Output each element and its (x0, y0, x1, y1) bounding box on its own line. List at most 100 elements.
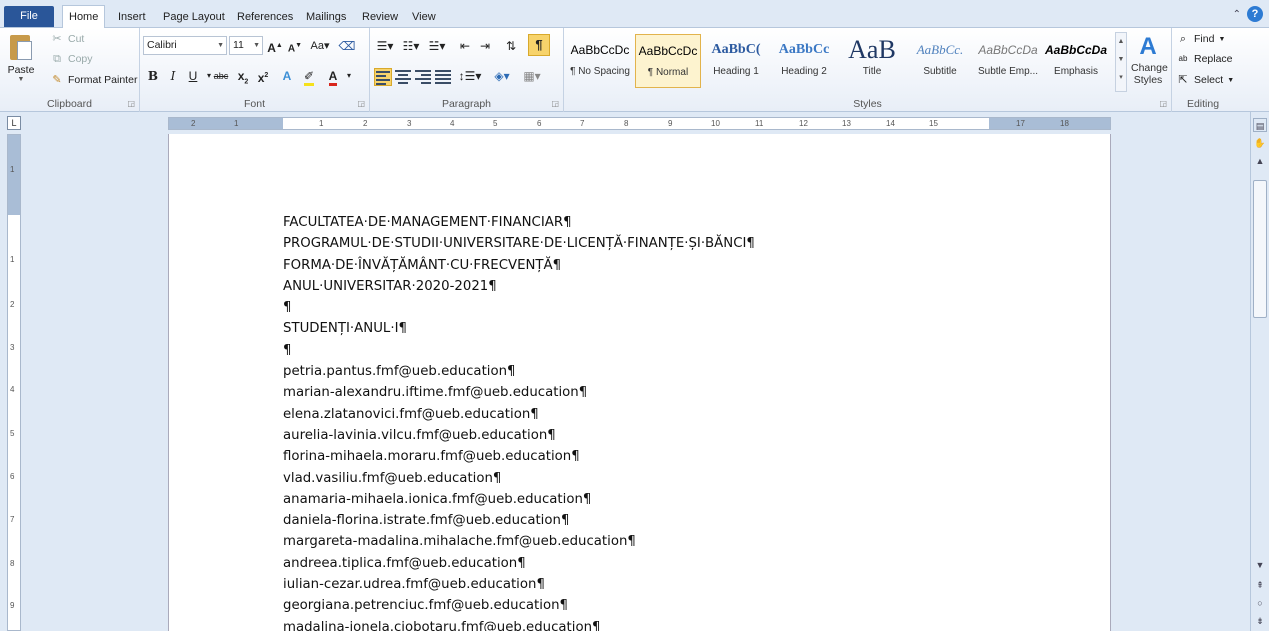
replace-button[interactable]: ab Replace (1176, 52, 1233, 66)
style-subtitle[interactable]: AaBbCc. Subtitle (907, 34, 973, 88)
document-line[interactable]: ANUL·UNIVERSITAR·2020-2021¶ (283, 276, 755, 297)
strikethrough-button[interactable]: abc (212, 66, 230, 86)
next-page-icon[interactable]: ⇟ (1253, 614, 1267, 628)
text-effects-icon[interactable]: A (278, 66, 296, 86)
shading-icon[interactable]: ◈▾ (490, 66, 514, 86)
increase-indent-icon[interactable]: ⇥ (476, 36, 494, 56)
document-line[interactable]: vlad.vasiliu.fmf@ueb.education¶ (283, 468, 755, 489)
change-styles-button[interactable]: A Change Styles (1131, 32, 1168, 86)
previous-page-icon[interactable]: ⇞ (1253, 578, 1267, 592)
document-line[interactable]: PROGRAMUL·DE·STUDII·UNIVERSITARE·DE·LICE… (283, 233, 755, 254)
style-sample: AaBbC( (711, 42, 761, 57)
horizontal-ruler[interactable]: 2 1 1 2 3 4 5 6 7 8 9 10 11 12 13 14 15 17 18 (168, 117, 1111, 130)
highlight-color-icon[interactable]: ✐ (300, 66, 318, 86)
find-button[interactable]: ⌕ Find ▼ (1176, 32, 1225, 46)
document-line[interactable]: margareta-madalina.mihalache.fmf@ueb.edu… (283, 531, 755, 552)
numbering-icon[interactable]: ☷▾ (400, 36, 422, 56)
scroll-up-icon[interactable]: ▲ (1253, 154, 1267, 168)
style-name: Title (862, 66, 882, 77)
style-heading-2[interactable]: AaBbCc Heading 2 (771, 34, 837, 88)
justify-icon[interactable] (434, 68, 452, 86)
font-name-field[interactable]: Calibri ▼ (143, 36, 227, 55)
chevron-down-icon[interactable]: ▾ (340, 66, 358, 86)
show-formatting-marks-button[interactable]: ¶ (528, 34, 550, 56)
dialog-launcher-icon[interactable]: ◲ (551, 99, 559, 108)
styles-gallery-scroll[interactable]: ▲ ▼ ▾ (1115, 32, 1127, 92)
document-line[interactable]: STUDENȚI·ANUL·I¶ (283, 318, 755, 339)
style-title[interactable]: AaB Title (839, 34, 905, 88)
subscript-button[interactable]: x2 (234, 66, 252, 86)
decrease-indent-icon[interactable]: ⇤ (456, 36, 474, 56)
chevron-down-icon: ▼ (1227, 76, 1235, 84)
document-line[interactable]: elena.zlatanovici.fmf@ueb.education¶ (283, 404, 755, 425)
bullets-icon[interactable]: ☰▾ (374, 36, 396, 56)
pan-icon[interactable]: ✋ (1253, 136, 1267, 150)
borders-icon[interactable]: ▦▾ (520, 66, 544, 86)
dialog-launcher-icon[interactable]: ◲ (127, 99, 135, 108)
tab-references[interactable]: References (231, 6, 299, 28)
document-line[interactable]: FACULTATEA·DE·MANAGEMENT·FINANCIAR¶ (283, 212, 755, 233)
view-ruler-icon[interactable]: ▤ (1253, 118, 1267, 132)
bold-button[interactable]: B (144, 66, 162, 86)
document-line[interactable]: ¶ (283, 340, 755, 361)
tab-selector[interactable]: L (7, 116, 21, 130)
select-browse-object-icon[interactable]: ○ (1253, 596, 1267, 610)
shrink-font-button[interactable]: A▼ (286, 36, 304, 56)
tab-mailings[interactable]: Mailings (300, 6, 352, 28)
copy-button[interactable]: ⧉ Copy (50, 52, 92, 66)
tab-review[interactable]: Review (356, 6, 404, 28)
document-line[interactable]: florina-mihaela.moraru.fmf@ueb.education… (283, 446, 755, 467)
sort-icon[interactable]: ⇅ (502, 36, 520, 56)
scrollbar-thumb[interactable] (1253, 180, 1267, 318)
document-line[interactable]: aurelia-lavinia.vilcu.fmf@ueb.education¶ (283, 425, 755, 446)
document-line[interactable]: georgiana.petrenciuc.fmf@ueb.education¶ (283, 595, 755, 616)
document-line[interactable]: daniela-florina.istrate.fmf@ueb.educatio… (283, 510, 755, 531)
align-center-icon[interactable] (394, 68, 412, 86)
format-painter-button[interactable]: ✎ Format Painter (50, 73, 137, 87)
chevron-down-icon: ▼ (17, 76, 25, 83)
italic-button[interactable]: I (164, 66, 182, 86)
document-line[interactable]: andreea.tiplica.fmf@ueb.education¶ (283, 553, 755, 574)
document-line[interactable]: marian-alexandru.iftime.fmf@ueb.educatio… (283, 382, 755, 403)
vertical-scrollbar[interactable]: ▤ ✋ ▲ ▼ ⇞ ○ ⇟ (1250, 112, 1269, 631)
file-tab[interactable]: File (4, 6, 54, 27)
clear-formatting-icon[interactable]: ⌫ (338, 36, 356, 56)
vertical-ruler[interactable]: 1 1 2 3 4 5 6 7 8 9 (7, 134, 21, 631)
ruler-tick-label: 3 (407, 119, 412, 128)
tab-home[interactable]: Home (62, 5, 106, 29)
line-spacing-icon[interactable]: ↕☰▾ (458, 66, 482, 86)
document-line[interactable]: anamaria-mihaela.ionica.fmf@ueb.educatio… (283, 489, 755, 510)
style-no-spacing[interactable]: AaBbCcDc ¶ No Spacing (567, 34, 633, 88)
scroll-down-icon[interactable]: ▼ (1253, 558, 1267, 572)
minimize-ribbon-icon[interactable]: ⌃ (1233, 9, 1241, 20)
style-subtle-emphasis[interactable]: AaBbCcDa Subtle Emp... (975, 34, 1041, 88)
document-line[interactable]: iulian-cezar.udrea.fmf@ueb.education¶ (283, 574, 755, 595)
style-emphasis[interactable]: AaBbCcDa Emphasis (1043, 34, 1109, 88)
document-page[interactable]: FACULTATEA·DE·MANAGEMENT·FINANCIAR¶ PROGR… (168, 134, 1111, 631)
dialog-launcher-icon[interactable]: ◲ (357, 99, 365, 108)
style-heading-1[interactable]: AaBbC( Heading 1 (703, 34, 769, 88)
grow-font-button[interactable]: A▲ (266, 36, 284, 56)
multilevel-list-icon[interactable]: ☱▾ (426, 36, 448, 56)
document-line[interactable]: FORMA·DE·ÎNVĂȚĂMÂNT·CU·FRECVENȚĂ¶ (283, 255, 755, 276)
ruler-tick-label: 14 (886, 119, 895, 128)
change-case-button[interactable]: Aa▾ (308, 36, 332, 56)
document-line[interactable]: petria.pantus.fmf@ueb.education¶ (283, 361, 755, 382)
tab-view[interactable]: View (406, 6, 442, 28)
select-button[interactable]: ⇱ Select ▼ (1176, 73, 1234, 87)
superscript-button[interactable]: x2 (254, 66, 272, 86)
tab-insert[interactable]: Insert (112, 6, 152, 28)
document-line[interactable]: madalina-ionela.ciobotaru.fmf@ueb.educat… (283, 617, 755, 631)
document-body[interactable]: FACULTATEA·DE·MANAGEMENT·FINANCIAR¶ PROGR… (283, 212, 755, 631)
style-normal[interactable]: AaBbCcDc ¶ Normal (635, 34, 701, 88)
document-line[interactable]: ¶ (283, 297, 755, 318)
align-right-icon[interactable] (414, 68, 432, 86)
cut-button[interactable]: ✂ Cut (50, 32, 84, 46)
font-size-field[interactable]: 11 ▼ (229, 36, 263, 55)
dialog-launcher-icon[interactable]: ◲ (1159, 99, 1167, 108)
help-icon[interactable]: ? (1247, 6, 1263, 22)
paste-button[interactable]: Paste ▼ (4, 32, 38, 92)
align-left-icon[interactable] (374, 68, 392, 86)
paste-icon (8, 32, 34, 62)
tab-page-layout[interactable]: Page Layout (157, 6, 231, 28)
